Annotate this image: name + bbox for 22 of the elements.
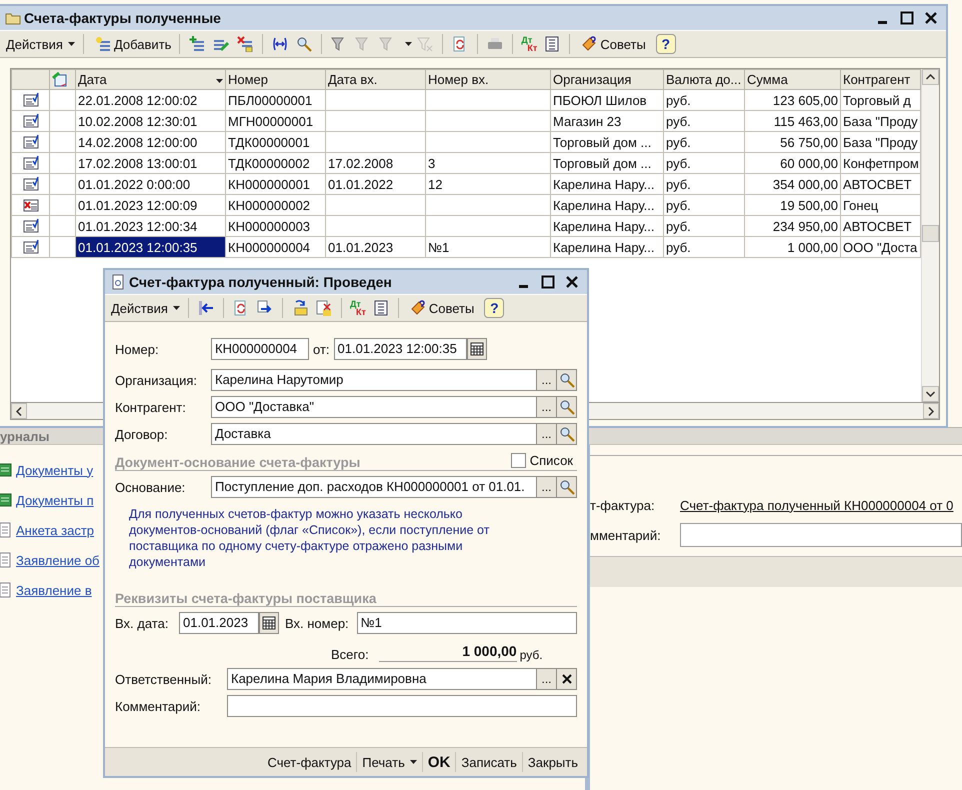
total-value: 1 000,00 (378, 643, 517, 662)
field-label: Номер: (115, 342, 160, 356)
field-label: Вх. дата: (115, 616, 170, 630)
section-heading: урналы (0, 430, 50, 444)
window-title: Счета-фактуры полученные (24, 10, 222, 26)
checkbox-label: Список (530, 453, 573, 468)
field-label: Организация: (115, 372, 198, 388)
section-title: Документ-основание счета-фактуры (115, 455, 360, 470)
field-label: мментарий: (590, 528, 662, 542)
field-label: Основание: (115, 480, 186, 494)
section-title: Реквизиты счета-фактуры поставщика (115, 591, 376, 606)
field-label: Договор: (115, 426, 169, 442)
field-label: Ответственный: (115, 672, 212, 686)
field-label: от: (313, 342, 330, 356)
currency-label: руб. (520, 648, 543, 662)
window-title: Счет-фактура полученный: Проведен (129, 274, 393, 290)
field-label: Комментарий: (115, 698, 202, 714)
field-label: Контрагент: (115, 400, 187, 414)
field-label: Всего: (331, 647, 369, 662)
hint-text: Для полученных счетов-фактур можно указать несколько документов-оснований (флаг «Список»), если поступление от поставщика по одному счету-фактуре отражено разными документами (129, 506, 490, 570)
field-label: т-фактура: (590, 498, 656, 512)
field-label: Вх. номер: (285, 616, 349, 630)
